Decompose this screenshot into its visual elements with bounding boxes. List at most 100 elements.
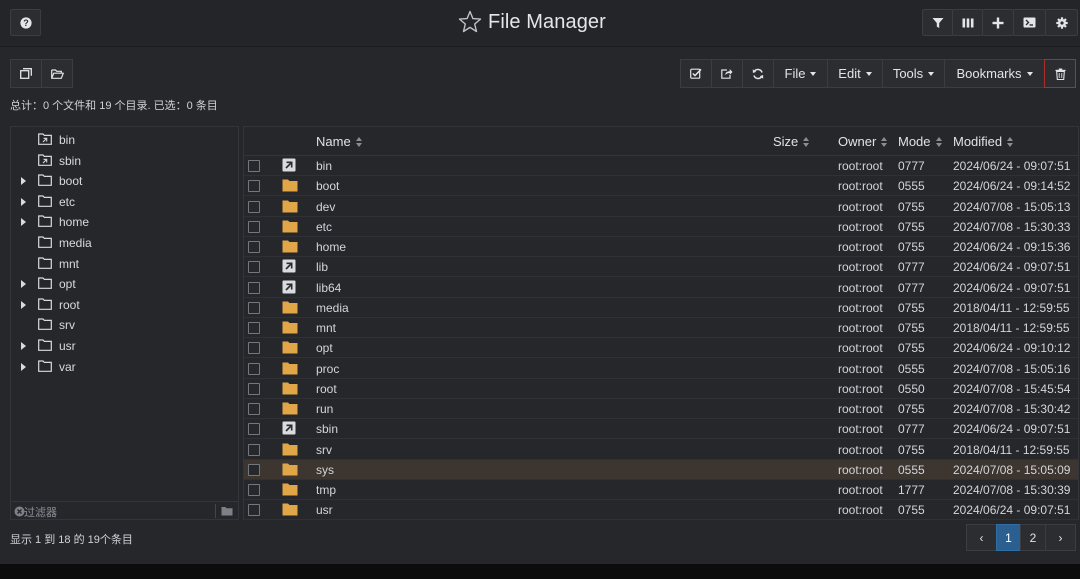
edit-menu-button[interactable]: Edit <box>827 59 883 88</box>
file-name[interactable]: run <box>316 402 333 416</box>
file-name[interactable]: opt <box>316 341 333 355</box>
page-2-button[interactable]: 2 <box>1020 524 1046 551</box>
row-checkbox[interactable] <box>248 403 260 415</box>
table-row[interactable]: home root:root 0755 2024/06/24 - 09:15:36 <box>244 237 1078 257</box>
caret-right-icon[interactable] <box>21 197 26 206</box>
caret-right-icon[interactable] <box>21 280 26 289</box>
table-row[interactable]: run root:root 0755 2024/07/08 - 15:30:42 <box>244 399 1078 419</box>
file-name[interactable]: home <box>316 240 346 254</box>
file-name[interactable]: media <box>316 301 349 315</box>
delete-button[interactable] <box>1044 59 1076 88</box>
next-page-button[interactable]: › <box>1045 524 1076 551</box>
table-row[interactable]: boot root:root 0555 2024/06/24 - 09:14:52 <box>244 176 1078 197</box>
terminal-button[interactable] <box>1013 9 1046 36</box>
tree-item-usr[interactable]: usr <box>11 336 238 356</box>
name-column-header[interactable]: Name <box>316 134 362 149</box>
row-checkbox[interactable] <box>248 463 260 476</box>
row-checkbox[interactable] <box>248 261 260 274</box>
caret-right-icon[interactable] <box>21 362 26 371</box>
row-checkbox[interactable] <box>248 180 260 193</box>
tree-item-srv[interactable]: srv <box>11 315 238 335</box>
owner-column-header[interactable]: Owner <box>838 134 888 149</box>
file-name[interactable]: bin <box>316 159 332 173</box>
file-name[interactable]: tmp <box>316 483 336 497</box>
tree-item-media[interactable]: media <box>11 233 238 253</box>
tree-item-bin[interactable]: bin <box>11 130 238 150</box>
table-row[interactable]: lib64 root:root 0777 2024/06/24 - 09:07:51 <box>244 278 1078 298</box>
filter-button[interactable] <box>922 9 953 36</box>
add-button[interactable] <box>982 9 1014 36</box>
row-checkbox[interactable] <box>248 362 260 375</box>
mode-column-header[interactable]: Mode <box>898 134 942 149</box>
file-name[interactable]: sys <box>316 463 334 477</box>
table-row[interactable]: opt root:root 0755 2024/06/24 - 09:10:12 <box>244 338 1078 359</box>
file-name[interactable]: sbin <box>316 422 338 436</box>
row-checkbox[interactable] <box>248 241 260 253</box>
page-1-button[interactable]: 1 <box>996 524 1021 551</box>
star-icon[interactable] <box>458 10 482 34</box>
copy-button[interactable] <box>10 59 42 88</box>
settings-button[interactable] <box>1045 9 1078 36</box>
file-name[interactable]: etc <box>316 220 332 234</box>
tree-item-home[interactable]: home <box>11 212 238 232</box>
row-checkbox[interactable] <box>248 220 260 233</box>
tree-item-etc[interactable]: etc <box>11 192 238 212</box>
caret-right-icon[interactable] <box>21 300 26 309</box>
row-checkbox[interactable] <box>248 504 260 517</box>
table-row[interactable]: root root:root 0550 2024/07/08 - 15:45:54 <box>244 379 1078 399</box>
open-folder-button[interactable] <box>41 59 73 88</box>
table-row[interactable]: lib root:root 0777 2024/06/24 - 09:07:51 <box>244 257 1078 278</box>
table-row[interactable]: srv root:root 0755 2018/04/11 - 12:59:55 <box>244 440 1078 460</box>
filter-input[interactable]: 过滤器 <box>24 504 57 520</box>
row-checkbox[interactable] <box>248 281 260 294</box>
file-name[interactable]: dev <box>316 200 335 214</box>
select-all-button[interactable] <box>680 59 712 88</box>
file-name[interactable]: root <box>316 382 337 396</box>
table-row[interactable]: usr root:root 0755 2024/06/24 - 09:07:51 <box>244 500 1078 521</box>
row-checkbox[interactable] <box>248 423 260 436</box>
row-checkbox[interactable] <box>248 342 260 355</box>
help-button[interactable]: ? <box>10 9 41 36</box>
file-name[interactable]: boot <box>316 179 339 193</box>
caret-right-icon[interactable] <box>21 218 26 227</box>
row-checkbox[interactable] <box>248 301 260 314</box>
tree-item-root[interactable]: root <box>11 295 238 315</box>
prev-page-button[interactable]: ‹ <box>966 524 997 551</box>
table-row[interactable]: sbin root:root 0777 2024/06/24 - 09:07:51 <box>244 419 1078 440</box>
caret-right-icon[interactable] <box>21 342 26 350</box>
tree-item-sbin[interactable]: sbin <box>11 151 238 171</box>
table-row[interactable]: bin root:root 0777 2024/06/24 - 09:07:51 <box>244 156 1078 176</box>
table-row[interactable]: mnt root:root 0755 2018/04/11 - 12:59:55 <box>244 318 1078 338</box>
file-name[interactable]: proc <box>316 362 339 376</box>
file-name[interactable]: usr <box>316 503 333 517</box>
folder-icon[interactable] <box>221 506 233 516</box>
table-row[interactable]: tmp root:root 1777 2024/07/08 - 15:30:39 <box>244 480 1078 500</box>
file-name[interactable]: mnt <box>316 321 336 335</box>
table-row[interactable]: proc root:root 0555 2024/07/08 - 15:05:16 <box>244 359 1078 379</box>
table-row[interactable]: etc root:root 0755 2024/07/08 - 15:30:33 <box>244 217 1078 237</box>
tree-item-mnt[interactable]: mnt <box>11 254 238 274</box>
row-checkbox[interactable] <box>248 322 260 334</box>
row-checkbox[interactable] <box>248 443 260 456</box>
row-checkbox[interactable] <box>248 160 260 172</box>
table-row[interactable]: dev root:root 0755 2024/07/08 - 15:05:13 <box>244 197 1078 217</box>
columns-button[interactable] <box>952 9 983 36</box>
tree-item-boot[interactable]: boot <box>11 171 238 191</box>
size-column-header[interactable]: Size <box>773 134 810 149</box>
row-checkbox[interactable] <box>248 382 260 395</box>
caret-right-icon[interactable] <box>21 177 26 186</box>
tree-item-var[interactable]: var <box>11 357 238 377</box>
bookmarks-menu-button[interactable]: Bookmarks <box>944 59 1045 88</box>
refresh-button[interactable] <box>742 59 774 88</box>
table-row[interactable]: sys root:root 0555 2024/07/08 - 15:05:09 <box>244 459 1078 480</box>
file-menu-button[interactable]: File <box>773 59 828 88</box>
file-name[interactable]: srv <box>316 443 332 457</box>
row-checkbox[interactable] <box>248 484 260 496</box>
file-name[interactable]: lib <box>316 260 328 274</box>
tree-item-opt[interactable]: opt <box>11 274 238 294</box>
share-button[interactable] <box>711 59 743 88</box>
file-name[interactable]: lib64 <box>316 281 341 295</box>
row-checkbox[interactable] <box>248 200 260 213</box>
table-row[interactable]: media root:root 0755 2018/04/11 - 12:59:55 <box>244 298 1078 318</box>
tools-menu-button[interactable]: Tools <box>882 59 945 88</box>
